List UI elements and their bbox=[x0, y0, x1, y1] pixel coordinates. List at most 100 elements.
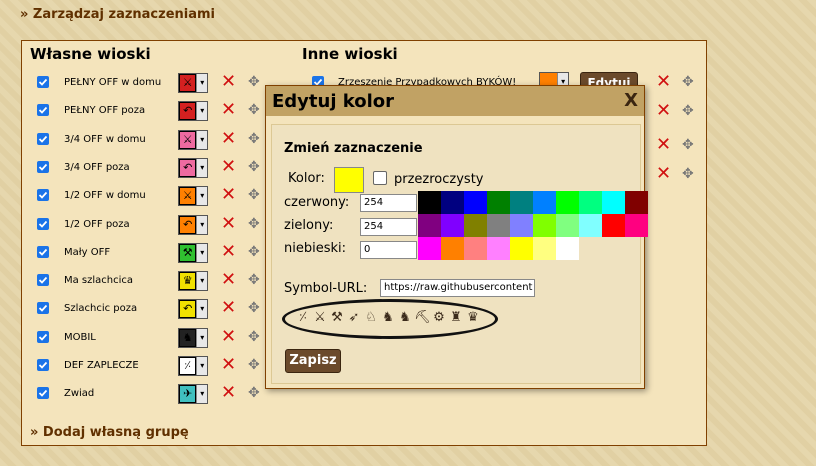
move-icon[interactable]: ✥ bbox=[248, 243, 260, 261]
transparent-checkbox[interactable] bbox=[373, 171, 387, 185]
own-row-color-picker[interactable]: ⚔ ▾ bbox=[178, 186, 208, 207]
delete-icon[interactable]: ✕ bbox=[221, 242, 236, 261]
palette-swatch[interactable] bbox=[464, 191, 487, 214]
palette-swatch[interactable] bbox=[556, 191, 579, 214]
heavy-cav-icon[interactable]: ♞ bbox=[380, 310, 396, 326]
move-icon[interactable]: ✥ bbox=[248, 384, 260, 402]
delete-icon[interactable]: ✕ bbox=[221, 299, 236, 317]
knight-icon[interactable]: ♜ bbox=[448, 310, 464, 326]
own-row-color-picker[interactable]: ↶ ▾ bbox=[178, 157, 208, 178]
delete-icon[interactable]: ✕ bbox=[221, 271, 236, 289]
palette-swatch[interactable] bbox=[464, 237, 487, 260]
own-row-checkbox[interactable] bbox=[37, 104, 49, 117]
palette-swatch[interactable] bbox=[510, 191, 533, 214]
own-row-color-picker[interactable]: ✈ ▾ bbox=[178, 384, 208, 405]
palette-swatch[interactable] bbox=[418, 214, 441, 237]
manage-selection-link[interactable]: » Zarządzaj zaznaczeniami bbox=[20, 7, 215, 22]
move-icon[interactable]: ✥ bbox=[682, 73, 694, 91]
own-row-checkbox[interactable] bbox=[37, 217, 49, 230]
own-row-checkbox[interactable] bbox=[37, 330, 49, 343]
delete-icon[interactable]: ✕ bbox=[221, 129, 236, 148]
own-row-color-picker[interactable]: ⸓ ▾ bbox=[178, 356, 208, 376]
sword-icon[interactable]: ⚔ bbox=[312, 310, 328, 326]
noble-icon[interactable]: ♛ bbox=[465, 310, 481, 326]
move-icon[interactable]: ✥ bbox=[248, 73, 260, 91]
current-color-swatch[interactable] bbox=[334, 167, 364, 193]
red-input[interactable]: 254 bbox=[360, 194, 417, 212]
palette-swatch[interactable] bbox=[487, 214, 510, 237]
palette-swatch[interactable] bbox=[579, 191, 602, 214]
add-group-link[interactable]: » Dodaj własną grupę bbox=[30, 425, 189, 440]
horse-icon[interactable]: ♞ bbox=[397, 310, 413, 326]
delete-icon[interactable]: ✕ bbox=[221, 327, 236, 346]
palette-swatch[interactable] bbox=[602, 191, 625, 214]
own-row-color-picker[interactable]: ⚔ ▾ bbox=[178, 73, 208, 93]
palette-swatch[interactable] bbox=[533, 214, 556, 237]
catapult-icon[interactable]: ⚙ bbox=[431, 310, 447, 326]
move-icon[interactable]: ✥ bbox=[248, 271, 260, 289]
symbol-url-input[interactable]: https://raw.githubusercontent bbox=[380, 279, 535, 297]
move-icon[interactable]: ✥ bbox=[682, 102, 694, 120]
move-icon[interactable]: ✥ bbox=[682, 165, 694, 183]
move-icon[interactable]: ✥ bbox=[682, 136, 694, 154]
own-row-checkbox[interactable] bbox=[37, 189, 49, 202]
palette-swatch[interactable] bbox=[556, 237, 579, 260]
move-icon[interactable]: ✥ bbox=[248, 101, 260, 119]
green-input[interactable]: 254 bbox=[360, 218, 417, 236]
light-cav-icon[interactable]: ♘ bbox=[363, 310, 379, 326]
palette-swatch[interactable] bbox=[533, 191, 556, 214]
blue-input[interactable]: 0 bbox=[360, 241, 417, 259]
save-button[interactable]: Zapisz bbox=[285, 349, 341, 373]
own-row-color-picker[interactable]: ↶ ▾ bbox=[178, 214, 208, 235]
palette-swatch[interactable] bbox=[487, 191, 510, 214]
palette-swatch[interactable] bbox=[625, 214, 648, 237]
move-icon[interactable]: ✥ bbox=[248, 356, 260, 374]
palette-swatch[interactable] bbox=[418, 237, 441, 260]
delete-icon[interactable]: ✕ bbox=[221, 186, 236, 204]
palette-swatch[interactable] bbox=[418, 191, 441, 214]
palette-swatch[interactable] bbox=[510, 214, 533, 237]
ram-icon[interactable]: ⛏ bbox=[414, 310, 431, 326]
delete-icon[interactable]: ✕ bbox=[221, 73, 236, 91]
palette-swatch[interactable] bbox=[579, 214, 602, 237]
own-row-color-picker[interactable]: ⚒ ▾ bbox=[178, 242, 208, 263]
axe-icon[interactable]: ⚒ bbox=[329, 310, 345, 326]
own-row-checkbox[interactable] bbox=[37, 387, 49, 400]
own-row-checkbox[interactable] bbox=[37, 245, 49, 258]
own-row-checkbox[interactable] bbox=[37, 359, 49, 371]
palette-swatch[interactable] bbox=[533, 237, 556, 260]
delete-icon[interactable]: ✕ bbox=[221, 356, 236, 374]
palette-swatch[interactable] bbox=[510, 237, 533, 260]
palette-swatch[interactable] bbox=[441, 214, 464, 237]
move-icon[interactable]: ✥ bbox=[248, 215, 260, 233]
own-row-color-picker[interactable]: ♛ ▾ bbox=[178, 271, 208, 292]
own-row-color-picker[interactable]: ⚔ ▾ bbox=[178, 129, 208, 150]
palette-swatch[interactable] bbox=[441, 237, 464, 260]
delete-icon[interactable]: ✕ bbox=[656, 102, 671, 120]
delete-icon[interactable]: ✕ bbox=[221, 214, 236, 233]
own-row-color-picker[interactable]: ↶ ▾ bbox=[178, 101, 208, 122]
own-row-color-picker[interactable]: ↶ ▾ bbox=[178, 299, 208, 320]
palette-swatch[interactable] bbox=[464, 214, 487, 237]
palette-swatch[interactable] bbox=[602, 214, 625, 237]
move-icon[interactable]: ✥ bbox=[248, 328, 260, 346]
delete-icon[interactable]: ✕ bbox=[221, 384, 236, 402]
delete-icon[interactable]: ✕ bbox=[656, 73, 671, 91]
palette-swatch[interactable] bbox=[625, 191, 648, 214]
archer-icon[interactable]: ➶ bbox=[346, 310, 362, 326]
delete-icon[interactable]: ✕ bbox=[656, 165, 671, 183]
move-icon[interactable]: ✥ bbox=[248, 158, 260, 176]
delete-icon[interactable]: ✕ bbox=[656, 136, 671, 154]
own-row-checkbox[interactable] bbox=[37, 76, 49, 88]
move-icon[interactable]: ✥ bbox=[248, 299, 260, 317]
delete-icon[interactable]: ✕ bbox=[221, 157, 236, 176]
own-row-checkbox[interactable] bbox=[37, 160, 49, 173]
move-icon[interactable]: ✥ bbox=[248, 130, 260, 148]
own-row-color-picker[interactable]: ♞ ▾ bbox=[178, 327, 208, 348]
spear-icon[interactable]: ⸓ bbox=[295, 310, 311, 326]
close-button[interactable]: X bbox=[624, 90, 638, 111]
move-icon[interactable]: ✥ bbox=[248, 186, 260, 204]
palette-swatch[interactable] bbox=[556, 214, 579, 237]
palette-swatch[interactable] bbox=[441, 191, 464, 214]
delete-icon[interactable]: ✕ bbox=[221, 101, 236, 119]
